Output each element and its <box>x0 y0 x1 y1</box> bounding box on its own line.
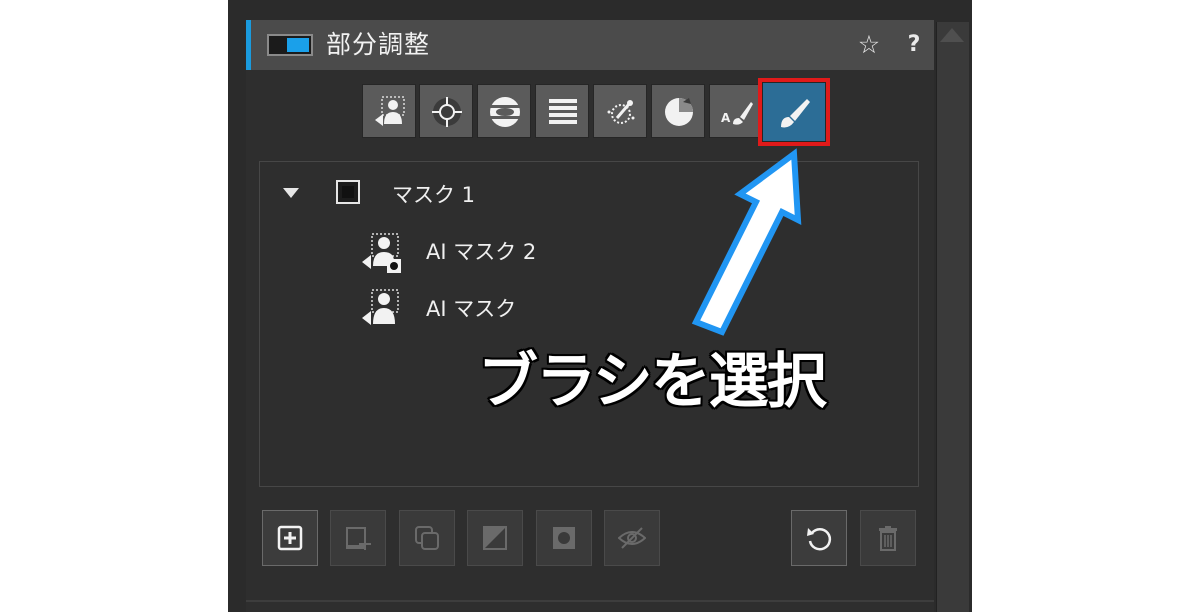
luminance-range-icon <box>665 98 693 126</box>
ai-mask-icon <box>362 289 399 325</box>
add-to-mask-icon <box>346 527 371 550</box>
auto-brush-icon: A <box>721 102 753 125</box>
control-point-tool-button[interactable] <box>419 84 473 138</box>
brush-icon <box>781 99 810 128</box>
linear-gradient-tool-button[interactable] <box>535 84 589 138</box>
hide-mask-icon <box>618 527 646 549</box>
duplicate-mask-button[interactable] <box>399 510 455 566</box>
radial-gradient-icon <box>490 97 520 127</box>
mask-overlay-icon <box>553 527 575 549</box>
header-accent-bar <box>246 20 251 70</box>
luminance-range-tool-button[interactable] <box>651 84 705 138</box>
favorite-star-icon[interactable]: ☆ <box>854 30 884 60</box>
ai-mask-subtract-icon <box>362 233 401 273</box>
add-mask-icon <box>277 525 303 551</box>
brush-tool-button[interactable] <box>758 78 830 146</box>
mask-1-label[interactable]: マスク 1 <box>392 180 475 210</box>
control-point-icon <box>432 97 462 127</box>
invert-mask-icon <box>483 526 507 550</box>
mask-overlay-button[interactable] <box>536 510 592 566</box>
auto-brush-tool-button[interactable]: A <box>709 84 763 138</box>
scroll-up-icon[interactable] <box>940 28 964 42</box>
radial-gradient-tool-button[interactable] <box>477 84 531 138</box>
svg-text:A: A <box>721 111 731 125</box>
reset-button[interactable] <box>791 510 847 566</box>
linear-gradient-icon <box>549 99 577 124</box>
ai-mask-label[interactable]: AI マスク <box>426 294 516 324</box>
expand-triangle-icon[interactable] <box>283 188 299 198</box>
vertical-scrollbar[interactable] <box>936 22 969 612</box>
callout-arrow <box>691 148 802 336</box>
panel-bottom-divider <box>246 600 934 602</box>
mask-checkbox[interactable] <box>336 180 360 204</box>
checkbox-fill <box>342 186 354 198</box>
ai-mask-icon <box>375 96 405 126</box>
invert-mask-button[interactable] <box>467 510 523 566</box>
add-mask-button[interactable] <box>262 510 318 566</box>
delete-mask-button[interactable] <box>860 510 916 566</box>
toggle-knob <box>287 38 309 52</box>
add-to-mask-button[interactable] <box>330 510 386 566</box>
reset-icon <box>807 528 832 551</box>
delete-icon <box>879 526 897 551</box>
ai-mask-2-label[interactable]: AI マスク 2 <box>426 237 536 267</box>
ai-mask-tool-button[interactable] <box>362 84 416 138</box>
panel-title: 部分調整 <box>326 30 431 59</box>
callout-label: ブラシを選択 <box>477 346 829 419</box>
hide-mask-button[interactable] <box>604 510 660 566</box>
color-range-tool-button[interactable] <box>593 84 647 138</box>
duplicate-mask-icon <box>415 526 439 550</box>
help-icon[interactable]: ? <box>902 30 926 60</box>
color-range-icon <box>607 100 635 124</box>
panel-enable-toggle[interactable] <box>267 34 313 56</box>
